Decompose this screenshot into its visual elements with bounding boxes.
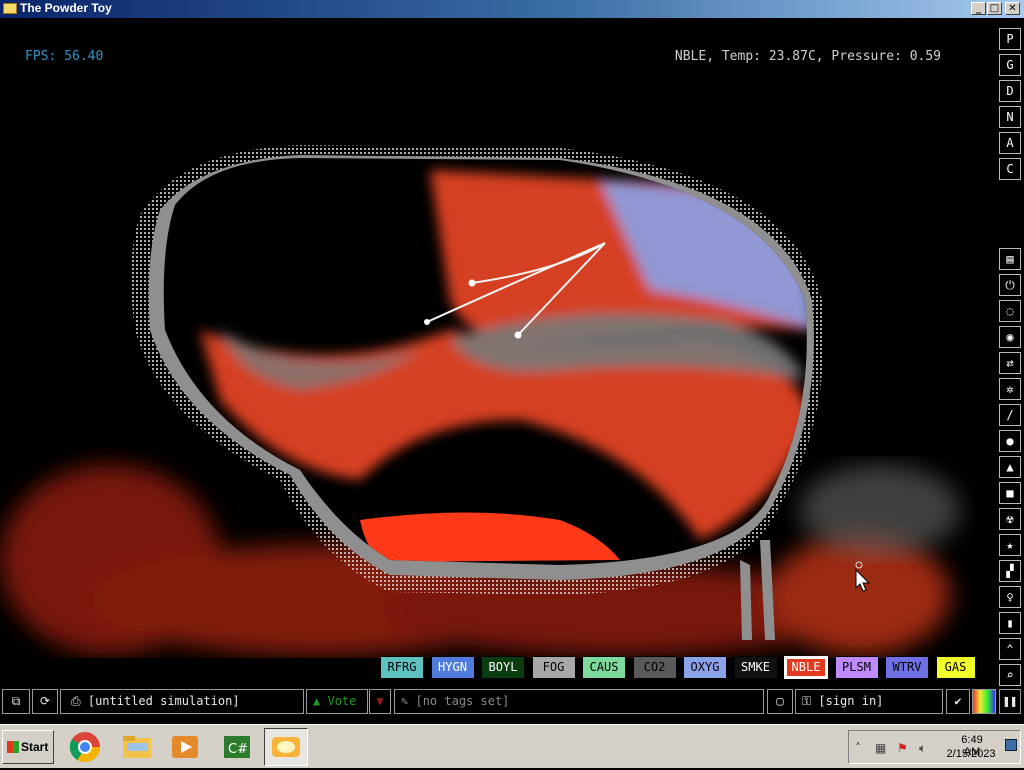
gases-icon[interactable]: / bbox=[999, 404, 1021, 426]
simulation-canvas[interactable]: FPS: 56.40 NBLE, Temp: 23.87C, Pressure:… bbox=[0, 18, 995, 658]
taskbar: Start C# ˄ ▦ ⚑ 🔈︎ 6:49 AM 2/15/2023 bbox=[0, 724, 1024, 768]
vote-down-button[interactable]: ▼ bbox=[369, 689, 391, 714]
renderer-options-button[interactable] bbox=[972, 689, 996, 714]
file-explorer-icon[interactable] bbox=[118, 728, 156, 766]
window-title: The Powder Toy bbox=[20, 1, 112, 15]
search-icon[interactable]: ⌕ bbox=[999, 664, 1021, 686]
key-icon: ⚿ bbox=[802, 694, 812, 708]
network-icon[interactable]: ▦ bbox=[875, 741, 886, 755]
special-icon[interactable]: ★ bbox=[999, 534, 1021, 556]
powder-toy-window: The Powder Toy _ □ ✕ FPS: 56.40 NBLE, Te… bbox=[0, 0, 1024, 768]
minimize-button[interactable]: _ bbox=[971, 2, 986, 15]
show-hidden-icons-icon[interactable]: ˄ bbox=[855, 741, 861, 755]
force-icon[interactable]: ⇄ bbox=[999, 352, 1021, 374]
media-player-icon[interactable] bbox=[166, 728, 204, 766]
windows-logo-icon bbox=[7, 741, 19, 753]
element-button-smke[interactable]: SMKE bbox=[733, 656, 778, 679]
tags-label: [no tags set] bbox=[415, 694, 510, 708]
app-icon bbox=[3, 3, 17, 14]
volume-icon[interactable]: 🔈︎ bbox=[919, 741, 926, 756]
clear-simulation-button[interactable]: ▢ bbox=[767, 689, 793, 714]
element-button-co2[interactable]: CO2 bbox=[632, 656, 677, 679]
newtonian-gravity-button[interactable]: N bbox=[999, 106, 1021, 128]
powered-icon[interactable]: ◌ bbox=[999, 300, 1021, 322]
save-icon: ⎙ bbox=[71, 694, 81, 708]
csharp-app-icon[interactable]: C# bbox=[218, 728, 256, 766]
thumbs-up-icon: ▲ bbox=[313, 694, 321, 708]
sign-in-label: [sign in] bbox=[818, 694, 884, 708]
sensors-icon[interactable]: ◉ bbox=[999, 326, 1021, 348]
element-button-rfrg[interactable]: RFRG bbox=[380, 656, 424, 679]
start-label: Start bbox=[21, 740, 49, 754]
element-button-fog[interactable]: FOG bbox=[531, 656, 576, 679]
element-button-boyl[interactable]: BOYL bbox=[481, 656, 525, 679]
open-simulation-button[interactable]: ⧉ bbox=[2, 689, 30, 714]
start-button[interactable]: Start bbox=[2, 730, 54, 764]
smoke-cloud bbox=[800, 465, 960, 555]
electronics-icon[interactable]: ⏻ bbox=[999, 274, 1021, 296]
element-button-gas[interactable]: GAS bbox=[935, 656, 976, 679]
explosives-icon[interactable]: ✲ bbox=[999, 378, 1021, 400]
ambient-heat-button[interactable]: A bbox=[999, 132, 1021, 154]
simulation-render bbox=[0, 145, 960, 655]
life-icon[interactable]: ▞ bbox=[999, 560, 1021, 582]
element-button-plsm[interactable]: PLSM bbox=[834, 656, 879, 679]
gravity-mode-button[interactable]: G bbox=[999, 54, 1021, 76]
action-center-icon[interactable]: ⚑ bbox=[897, 741, 908, 755]
display-mode-button[interactable]: D bbox=[999, 80, 1021, 102]
show-desktop-icon[interactable] bbox=[1005, 739, 1017, 751]
vote-up-button[interactable]: ▲ Vote bbox=[306, 689, 368, 714]
powder-toy-icon[interactable] bbox=[264, 728, 308, 766]
glass-pipe bbox=[740, 560, 752, 640]
clock-date[interactable]: 2/15/2023 bbox=[941, 748, 1001, 760]
solids-icon[interactable]: ■ bbox=[999, 482, 1021, 504]
element-button-hygn[interactable]: HYGN bbox=[430, 656, 475, 679]
reload-icon[interactable]: ⟳ bbox=[32, 689, 58, 714]
favorites-icon[interactable]: ▮ bbox=[999, 612, 1021, 634]
vote-label: Vote bbox=[327, 694, 357, 708]
settings-icon[interactable]: ✔ bbox=[946, 689, 970, 714]
chrome-icon[interactable] bbox=[66, 728, 104, 766]
powders-icon[interactable]: ▲ bbox=[999, 456, 1021, 478]
element-button-caus[interactable]: CAUS bbox=[582, 656, 626, 679]
pause-button[interactable]: ❚❚ bbox=[999, 689, 1021, 714]
console-button[interactable]: C bbox=[999, 158, 1021, 180]
container-interior bbox=[163, 158, 807, 565]
line-node bbox=[424, 319, 430, 325]
tools-icon[interactable]: ♀ bbox=[999, 586, 1021, 608]
liquids-icon[interactable]: ● bbox=[999, 430, 1021, 452]
simulation-name: [untitled simulation] bbox=[87, 694, 240, 708]
sign-in-button[interactable]: ⚿ [sign in] bbox=[795, 689, 943, 714]
system-tray: ˄ ▦ ⚑ 🔈︎ 6:49 AM 2/15/2023 bbox=[848, 730, 1021, 764]
element-button-oxyg[interactable]: OXYG bbox=[683, 656, 727, 679]
line-node bbox=[468, 279, 476, 287]
radioactive-icon[interactable]: ☢ bbox=[999, 508, 1021, 530]
tags-button[interactable]: ✎ [no tags set] bbox=[394, 689, 764, 714]
bottom-toolbar: ⧉ ⟳ ⎙ [untitled simulation] ▲ Vote ▼ ✎ [… bbox=[0, 688, 1024, 716]
decoration-icon[interactable]: ⌃ bbox=[999, 638, 1021, 660]
maximize-button[interactable]: □ bbox=[987, 2, 1002, 15]
walls-icon[interactable]: ▤ bbox=[999, 248, 1021, 270]
tag-icon: ✎ bbox=[401, 694, 409, 708]
close-button[interactable]: ✕ bbox=[1005, 2, 1020, 15]
line-node bbox=[514, 331, 522, 339]
pause-mode-button[interactable]: P bbox=[999, 28, 1021, 50]
element-button-wtrv[interactable]: WTRV bbox=[885, 656, 929, 679]
element-button-nble[interactable]: NBLE bbox=[784, 656, 828, 679]
element-info-readout: NBLE, Temp: 23.87C, Pressure: 0.59 bbox=[674, 49, 941, 64]
title-bar[interactable]: The Powder Toy _ □ ✕ bbox=[0, 0, 1024, 18]
svg-text:C#: C# bbox=[228, 742, 248, 757]
fps-counter: FPS: 56.40 bbox=[25, 49, 104, 64]
save-simulation-button[interactable]: ⎙ [untitled simulation] bbox=[60, 689, 304, 714]
